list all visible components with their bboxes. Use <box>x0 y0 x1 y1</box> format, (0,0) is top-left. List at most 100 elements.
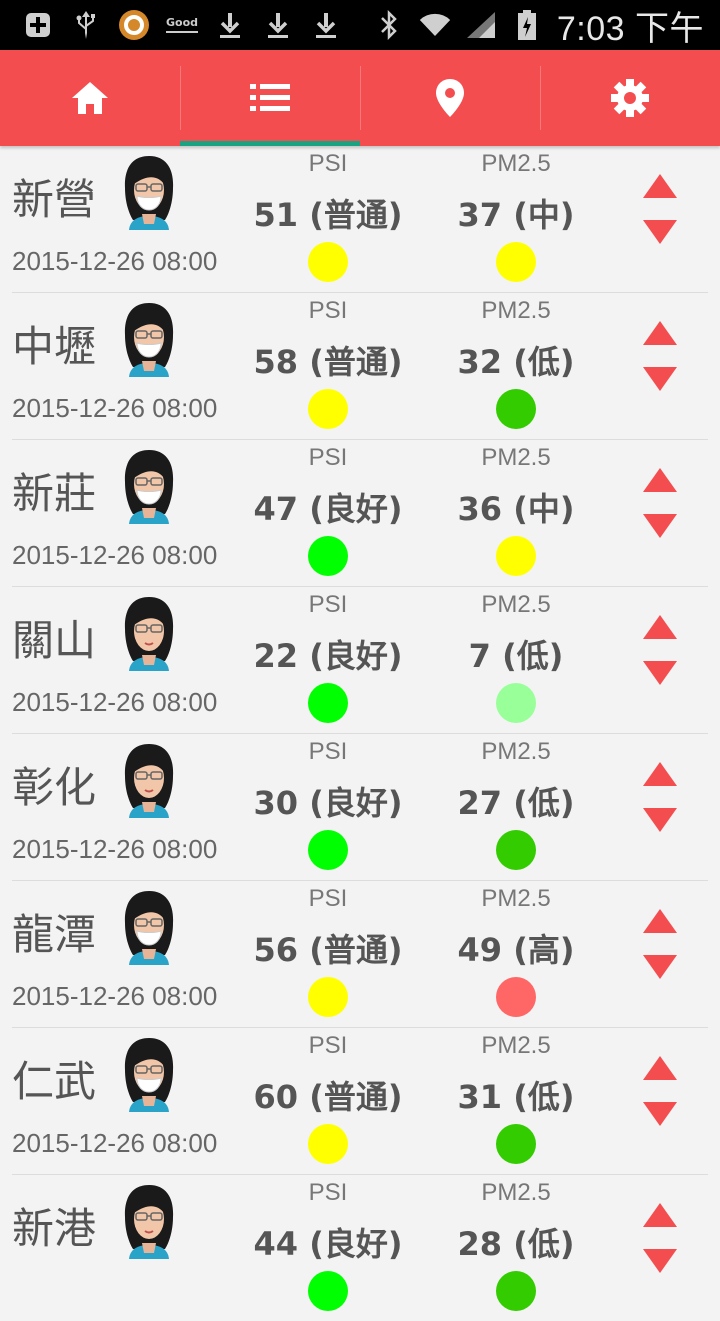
list-item[interactable]: 新營 2015-12-26 08:00 PSI 51 (普通) PM2.5 37… <box>12 146 708 293</box>
update-time: 2015-12-26 08:00 <box>12 1128 218 1158</box>
move-down-icon[interactable] <box>643 808 677 832</box>
wifi-icon <box>419 9 451 41</box>
psi-status-dot <box>308 389 348 429</box>
tab-settings[interactable] <box>540 50 720 146</box>
tab-list[interactable] <box>180 50 360 146</box>
battery-icon <box>511 9 543 41</box>
pm25-value: 27 (低) <box>457 784 575 822</box>
good-label: Good <box>165 17 199 33</box>
pm25-status-dot <box>496 683 536 723</box>
psi-label: PSI <box>308 738 348 765</box>
move-up-icon[interactable] <box>643 909 677 933</box>
home-icon <box>72 82 108 114</box>
update-time: 2015-12-26 08:00 <box>12 834 218 864</box>
pm25-label: PM2.5 <box>481 297 551 324</box>
move-down-icon[interactable] <box>643 955 677 979</box>
psi-status-dot <box>308 977 348 1017</box>
list-item[interactable]: 新莊 2015-12-26 08:00 PSI 47 (良好) PM2.5 36… <box>12 440 708 587</box>
pm25-value: 32 (低) <box>457 343 575 381</box>
psi-value: 58 (普通) <box>253 343 403 381</box>
gear-icon <box>611 79 649 117</box>
avatar <box>124 597 174 671</box>
pm25-value: 31 (低) <box>457 1078 575 1116</box>
psi-status-dot <box>308 1124 348 1164</box>
reorder-controls <box>640 174 680 244</box>
reorder-controls <box>640 762 680 832</box>
pm25-status-dot <box>496 242 536 282</box>
list-item[interactable]: 仁武 2015-12-26 08:00 PSI 60 (普通) PM2.5 31… <box>12 1028 708 1175</box>
psi-status-dot <box>308 1271 348 1311</box>
update-time: 2015-12-26 08:00 <box>12 540 218 570</box>
move-down-icon[interactable] <box>643 661 677 685</box>
psi-value: 47 (良好) <box>253 490 403 528</box>
avatar <box>124 1185 174 1259</box>
psi-status-dot <box>308 242 348 282</box>
list-icon <box>250 84 290 111</box>
pm25-value: 37 (中) <box>457 196 575 234</box>
move-up-icon[interactable] <box>643 1203 677 1227</box>
status-bar-notifications: Good <box>0 9 342 41</box>
tab-map[interactable] <box>360 50 540 146</box>
psi-status-dot <box>308 536 348 576</box>
psi-label: PSI <box>308 297 348 324</box>
good-icon: Good <box>165 9 199 41</box>
reorder-controls <box>640 909 680 979</box>
avatar <box>124 156 174 230</box>
pm25-value: 49 (高) <box>457 931 575 969</box>
ring-app-icon <box>118 9 150 41</box>
location-pin-icon <box>436 79 464 117</box>
move-up-icon[interactable] <box>643 468 677 492</box>
download-icon <box>262 9 294 41</box>
move-down-icon[interactable] <box>643 1249 677 1273</box>
station-name: 新莊 <box>12 469 97 518</box>
station-name: 新營 <box>12 175 97 224</box>
station-name: 彰化 <box>12 763 97 812</box>
avatar <box>124 1038 174 1112</box>
update-time: 2015-12-26 08:00 <box>12 687 218 717</box>
move-down-icon[interactable] <box>643 367 677 391</box>
list-item[interactable]: 中壢 2015-12-26 08:00 PSI 58 (普通) PM2.5 32… <box>12 293 708 440</box>
psi-value: 56 (普通) <box>253 931 403 969</box>
psi-value: 30 (良好) <box>253 784 403 822</box>
usb-icon <box>70 9 102 41</box>
pm25-value: 7 (低) <box>468 637 564 675</box>
move-up-icon[interactable] <box>643 174 677 198</box>
psi-value: 60 (普通) <box>253 1078 403 1116</box>
avatar <box>124 303 174 377</box>
avatar <box>124 744 174 818</box>
pm25-label: PM2.5 <box>481 150 551 177</box>
station-name: 關山 <box>12 616 97 665</box>
tab-home[interactable] <box>0 50 180 146</box>
pm25-label: PM2.5 <box>481 885 551 912</box>
move-down-icon[interactable] <box>643 514 677 538</box>
move-up-icon[interactable] <box>643 615 677 639</box>
list-item[interactable]: 新港 PSI 44 (良好) PM2.5 28 (低) <box>12 1175 708 1321</box>
psi-value: 51 (普通) <box>253 196 403 234</box>
psi-label: PSI <box>308 591 348 618</box>
bluetooth-icon <box>373 9 405 41</box>
list-item[interactable]: 彰化 2015-12-26 08:00 PSI 30 (良好) PM2.5 27… <box>12 734 708 881</box>
station-list: 新營 2015-12-26 08:00 PSI 51 (普通) PM2.5 37… <box>0 146 720 1321</box>
move-up-icon[interactable] <box>643 1056 677 1080</box>
move-down-icon[interactable] <box>643 220 677 244</box>
update-time: 2015-12-26 08:00 <box>12 246 218 276</box>
list-item[interactable]: 關山 2015-12-26 08:00 PSI 22 (良好) PM2.5 7 … <box>12 587 708 734</box>
reorder-controls <box>640 321 680 391</box>
pm25-label: PM2.5 <box>481 444 551 471</box>
station-name: 龍潭 <box>12 910 97 959</box>
reorder-controls <box>640 1203 680 1273</box>
psi-label: PSI <box>308 1032 348 1059</box>
move-up-icon[interactable] <box>643 321 677 345</box>
status-time: 7:03 下午 <box>556 9 704 48</box>
pm25-value: 36 (中) <box>457 490 575 528</box>
psi-label: PSI <box>308 1179 348 1206</box>
pm25-status-dot <box>496 1124 536 1164</box>
move-down-icon[interactable] <box>643 1102 677 1126</box>
move-up-icon[interactable] <box>643 762 677 786</box>
pm25-status-dot <box>496 1271 536 1311</box>
reorder-controls <box>640 615 680 685</box>
psi-status-dot <box>308 830 348 870</box>
avatar <box>124 891 174 965</box>
reorder-controls <box>640 468 680 538</box>
list-item[interactable]: 龍潭 2015-12-26 08:00 PSI 56 (普通) PM2.5 49… <box>12 881 708 1028</box>
